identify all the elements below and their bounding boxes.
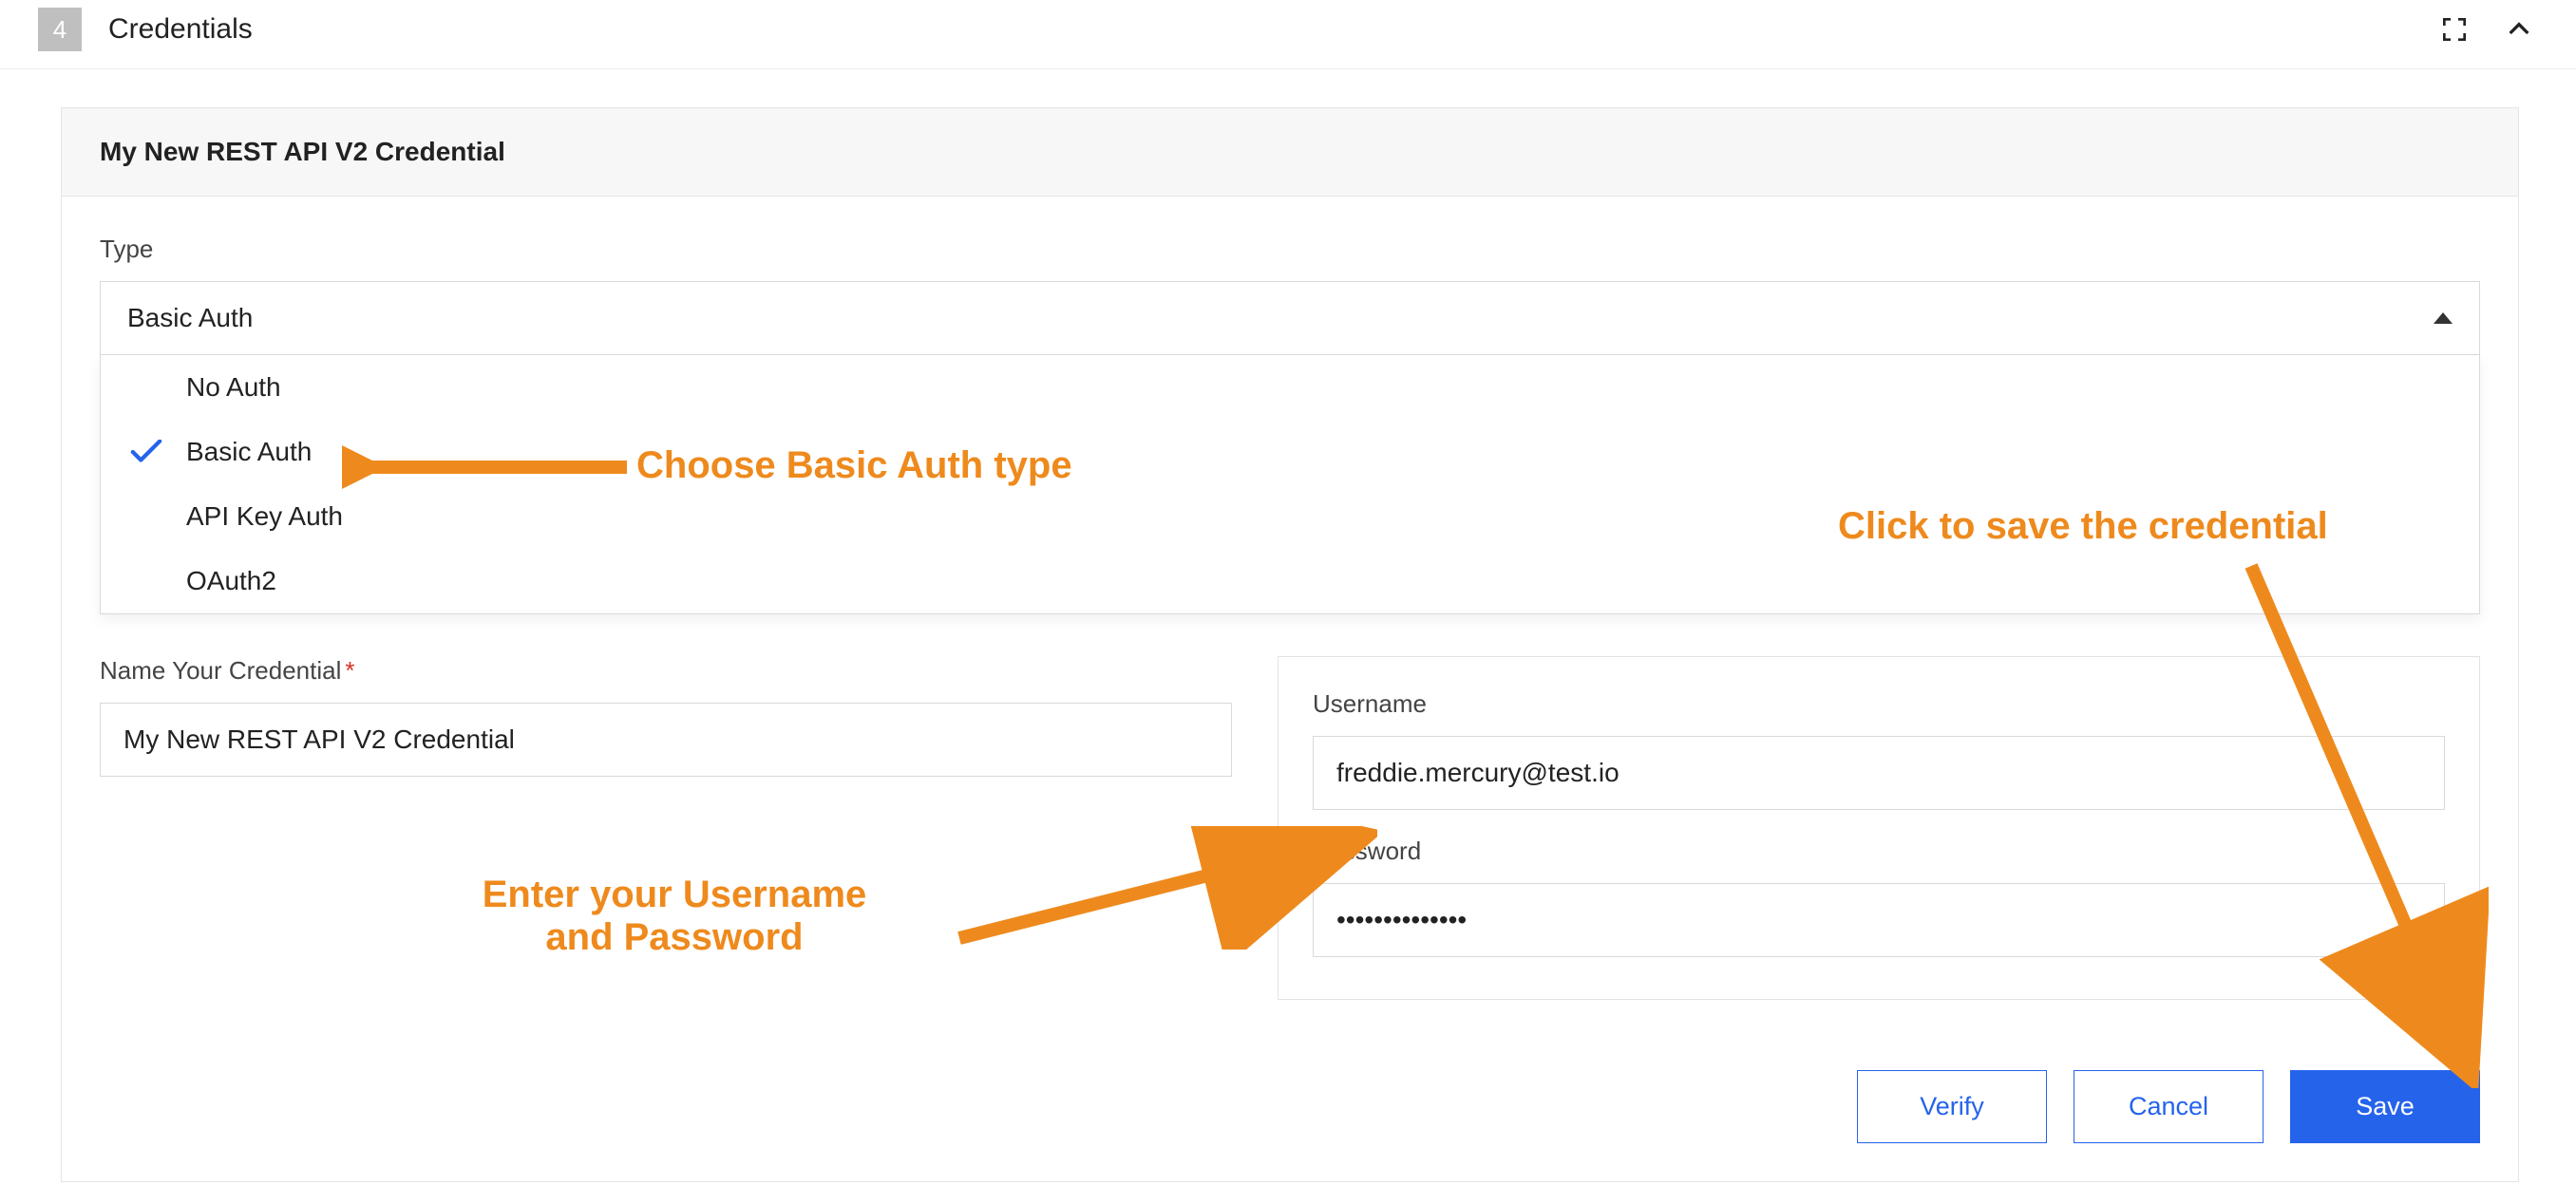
- save-button[interactable]: Save: [2290, 1070, 2480, 1143]
- credential-panel: My New REST API V2 Credential Type Basic…: [61, 107, 2519, 1182]
- fullscreen-icon[interactable]: [2435, 10, 2473, 48]
- password-label: Password: [1313, 837, 2445, 866]
- username-label: Username: [1313, 689, 2445, 719]
- section-header: 4 Credentials: [0, 0, 2576, 69]
- type-selected-value: Basic Auth: [127, 303, 253, 333]
- type-option-no-auth[interactable]: No Auth: [101, 355, 2479, 420]
- collapse-icon[interactable]: [2500, 10, 2538, 48]
- credentials-box: Username Password: [1278, 656, 2480, 1000]
- caret-up-icon: [2434, 312, 2453, 324]
- type-select[interactable]: Basic Auth: [100, 281, 2480, 355]
- password-input[interactable]: [1313, 883, 2445, 957]
- type-option-label: No Auth: [186, 372, 281, 403]
- step-number-badge: 4: [38, 8, 82, 51]
- name-credential-label: Name Your Credential*: [100, 656, 1232, 686]
- name-credential-input[interactable]: [100, 703, 1232, 777]
- type-option-label: Basic Auth: [186, 437, 312, 467]
- type-option-basic-auth[interactable]: Basic Auth: [101, 420, 2479, 484]
- type-dropdown: No Auth Basic Auth API Key Auth: [100, 355, 2480, 614]
- check-icon: [130, 440, 162, 464]
- username-input[interactable]: [1313, 736, 2445, 810]
- type-option-label: OAuth2: [186, 566, 276, 596]
- cancel-button[interactable]: Cancel: [2074, 1070, 2263, 1143]
- type-label: Type: [100, 235, 2480, 264]
- section-title: Credentials: [108, 13, 253, 46]
- verify-button[interactable]: Verify: [1857, 1070, 2047, 1143]
- type-option-api-key-auth[interactable]: API Key Auth: [101, 484, 2479, 549]
- panel-title: My New REST API V2 Credential: [62, 108, 2518, 197]
- type-option-label: API Key Auth: [186, 501, 343, 532]
- type-option-oauth2[interactable]: OAuth2: [101, 549, 2479, 613]
